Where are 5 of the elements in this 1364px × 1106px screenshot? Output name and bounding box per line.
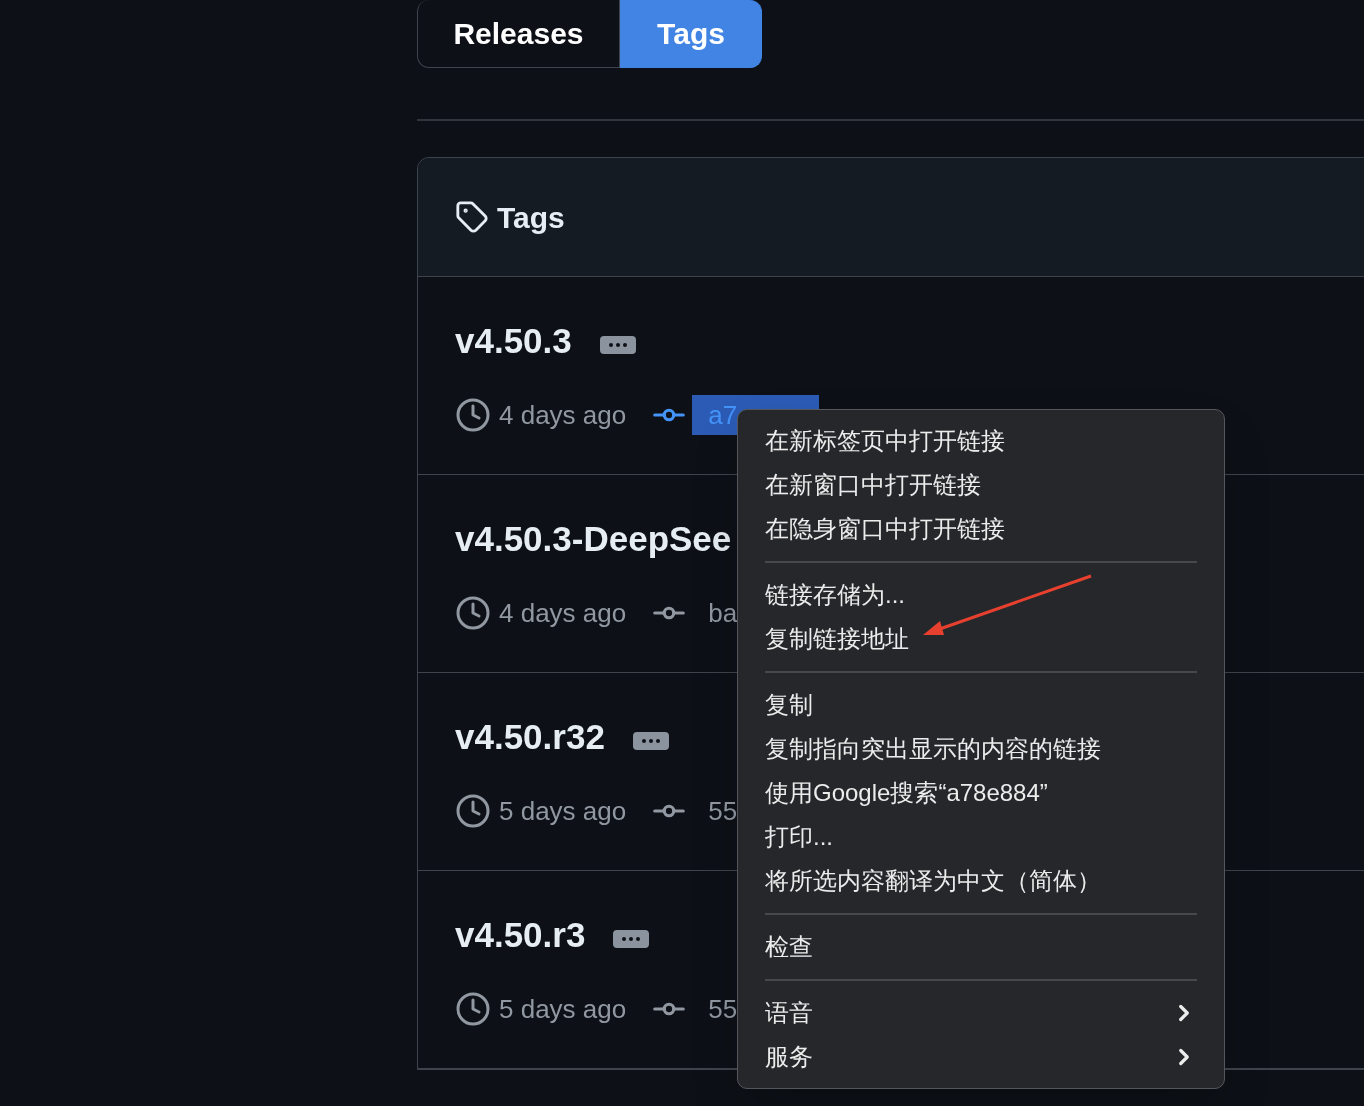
- tag-time: 4 days ago: [499, 398, 627, 432]
- tag-time: 5 days ago: [499, 794, 627, 828]
- tag-time: 4 days ago: [499, 596, 627, 630]
- tag-time: 5 days ago: [499, 992, 627, 1026]
- panel-title: Tags: [497, 199, 565, 236]
